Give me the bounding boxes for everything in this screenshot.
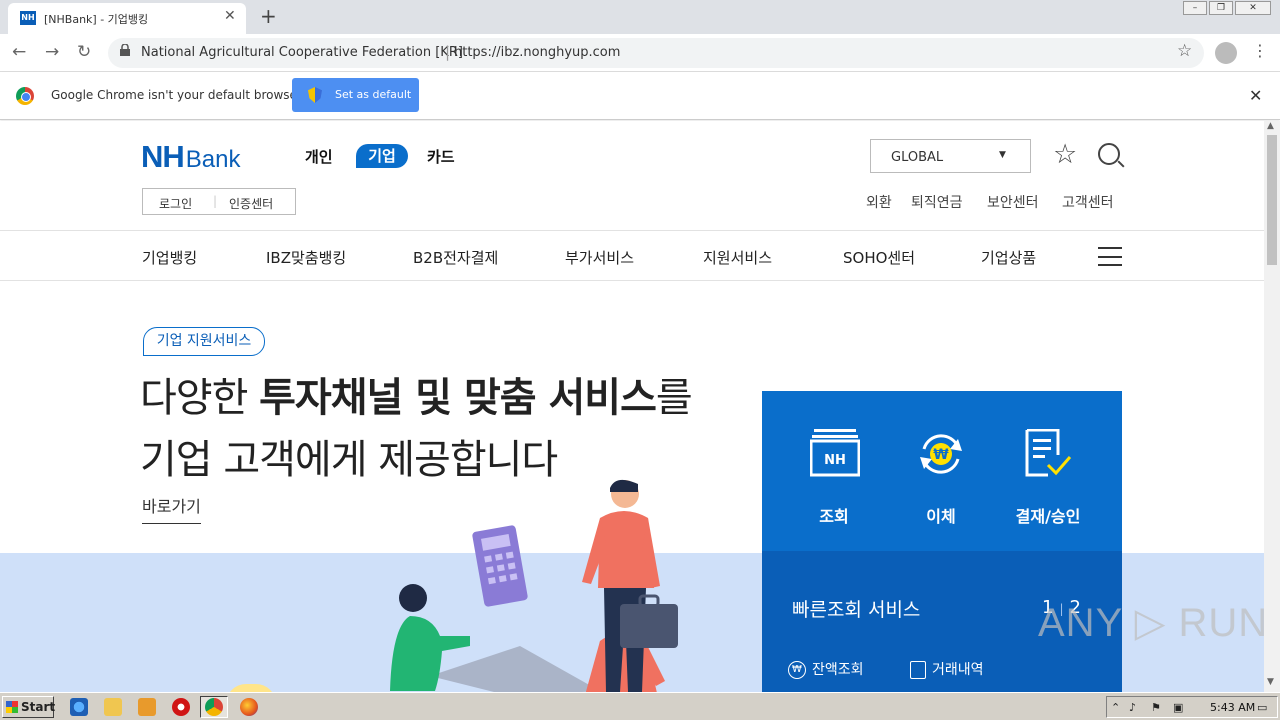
clock: 5:43 AM: [1210, 701, 1256, 714]
document-icon: [910, 661, 926, 679]
explorer-folder-icon[interactable]: [104, 698, 122, 716]
media-player-icon[interactable]: [138, 698, 156, 716]
volume-icon[interactable]: ♪: [1129, 701, 1136, 714]
nav-personal[interactable]: 개인: [305, 146, 333, 167]
firefox-icon[interactable]: [240, 698, 258, 716]
quick-service-title: 빠른조회 서비스: [792, 599, 921, 621]
dropdown-arrow-icon: ▼: [999, 150, 1006, 160]
url-text: https://ibz.nonghyup.com: [454, 45, 621, 60]
approval-doc-icon: [1025, 429, 1072, 477]
gnb-b2b-payment[interactable]: B2B전자결제: [413, 247, 498, 268]
tray-expand-icon[interactable]: ⌃: [1111, 701, 1120, 714]
flag-icon[interactable]: ⚑: [1151, 701, 1161, 714]
gnb-soho-center[interactable]: SOHO센터: [843, 247, 915, 268]
infobar-message: Google Chrome isn't your default browser: [51, 88, 302, 102]
login-cert-box: 로그인 | 인증센터: [142, 188, 296, 215]
gnb-ibz-banking[interactable]: IBZ맞춤뱅킹: [266, 247, 346, 268]
gnb-extra-services[interactable]: 부가서비스: [565, 247, 634, 268]
util-link-fx[interactable]: 외환: [866, 192, 892, 212]
site-identity: National Agricultural Cooperative Federa…: [141, 45, 463, 60]
ie-icon[interactable]: [70, 698, 88, 716]
nh-favicon-icon: NH: [20, 11, 36, 25]
cert-center-link[interactable]: 인증센터: [229, 195, 273, 212]
won-transfer-icon: ₩: [920, 434, 962, 474]
transfer-button[interactable]: 이체: [891, 503, 991, 527]
restore-icon[interactable]: ❐: [1209, 1, 1233, 15]
chrome-logo-icon: [16, 87, 34, 105]
chrome-menu-icon[interactable]: ⋮: [1252, 41, 1268, 60]
tab-title: [NHBank] - 기업뱅킹: [44, 13, 149, 26]
businessman-illustration: [582, 479, 678, 692]
bookmark-star-icon[interactable]: ☆: [1177, 41, 1192, 61]
profile-avatar-icon[interactable]: [1215, 42, 1237, 64]
default-browser-infobar: Google Chrome isn't your default browser…: [0, 72, 1280, 120]
windows-flag-icon: [6, 701, 18, 713]
support-service-badge: 기업 지원서비스: [143, 327, 265, 356]
chrome-icon: [205, 698, 223, 716]
anyrun-watermark: ANY ▷ RUN: [1038, 601, 1269, 645]
back-icon[interactable]: ←: [12, 42, 26, 62]
balance-inquiry-link[interactable]: ₩ 잔액조회: [788, 659, 864, 679]
tab-close-icon[interactable]: ✕: [224, 8, 236, 24]
svg-text:NH: NH: [824, 453, 846, 468]
address-bar[interactable]: National Agricultural Cooperative Federa…: [108, 38, 1204, 68]
nav-business[interactable]: 기업: [356, 144, 408, 168]
lock-icon: [120, 44, 130, 56]
nav-card[interactable]: 카드: [427, 146, 455, 167]
system-tray: ⌃ ♪ ⚑ ▣ 5:43 AM ▭: [1106, 696, 1278, 718]
set-default-button[interactable]: Set as default: [292, 78, 419, 112]
util-link-customer[interactable]: 고객센터: [1062, 192, 1114, 212]
nh-inquiry-icon: NH: [810, 429, 860, 477]
scroll-down-icon[interactable]: ▼: [1267, 677, 1274, 687]
desktop-icon[interactable]: ▭: [1257, 701, 1267, 714]
browser-toolbar: ← → ↻ National Agricultural Cooperative …: [0, 34, 1280, 72]
minimize-icon[interactable]: –: [1183, 1, 1207, 15]
gnb-corporate-products[interactable]: 기업상품: [981, 247, 1036, 268]
scrollbar-thumb[interactable]: [1267, 135, 1277, 265]
util-link-pension[interactable]: 퇴직연금: [911, 192, 963, 212]
opera-icon[interactable]: [172, 698, 190, 716]
hero-title-line1: 다양한 투자채널 및 맞춤 서비스를: [140, 375, 693, 421]
util-link-security[interactable]: 보안센터: [987, 192, 1039, 212]
start-button[interactable]: Start: [2, 696, 55, 718]
browser-tab-strip: NH [NHBank] - 기업뱅킹 ✕ + – ❐ ✕: [0, 0, 1280, 34]
search-icon[interactable]: [1098, 143, 1120, 165]
forward-icon[interactable]: →: [45, 42, 59, 62]
global-select[interactable]: GLOBAL ▼: [870, 139, 1031, 173]
shield-icon: [308, 87, 322, 103]
svg-text:₩: ₩: [933, 447, 949, 463]
scroll-up-icon[interactable]: ▲: [1267, 121, 1274, 131]
taskbar-chrome-button[interactable]: [200, 696, 228, 718]
gnb-corporate-banking[interactable]: 기업뱅킹: [142, 247, 197, 268]
transaction-history-link[interactable]: 거래내역: [910, 659, 984, 679]
infobar-close-icon[interactable]: ✕: [1249, 86, 1262, 105]
won-icon: ₩: [788, 661, 806, 679]
login-link[interactable]: 로그인: [159, 195, 192, 212]
gnb-support-services[interactable]: 지원서비스: [703, 247, 772, 268]
hamburger-menu-icon[interactable]: [1098, 247, 1122, 266]
inquiry-button[interactable]: 조회: [784, 503, 884, 527]
nh-bank-logo[interactable]: NHBank: [141, 139, 240, 174]
quick-service-panel: NH ₩ 조회 이체 결재/승인 빠른조회 서비스 1 | 2 ₩ 잔액조회 거래내역: [762, 391, 1122, 692]
browser-tab[interactable]: NH [NHBank] - 기업뱅킹 ✕: [8, 3, 246, 34]
windows-taskbar: Start ⌃ ♪ ⚑ ▣ 5:43 AM ▭: [0, 692, 1280, 720]
reload-icon[interactable]: ↻: [77, 42, 91, 62]
network-icon[interactable]: ▣: [1173, 701, 1183, 714]
approval-button[interactable]: 결재/승인: [998, 503, 1098, 527]
goto-link[interactable]: 바로가기: [142, 493, 201, 524]
new-tab-icon[interactable]: +: [260, 4, 277, 28]
favorite-star-icon[interactable]: ☆: [1053, 140, 1077, 170]
window-close-icon[interactable]: ✕: [1235, 1, 1271, 15]
